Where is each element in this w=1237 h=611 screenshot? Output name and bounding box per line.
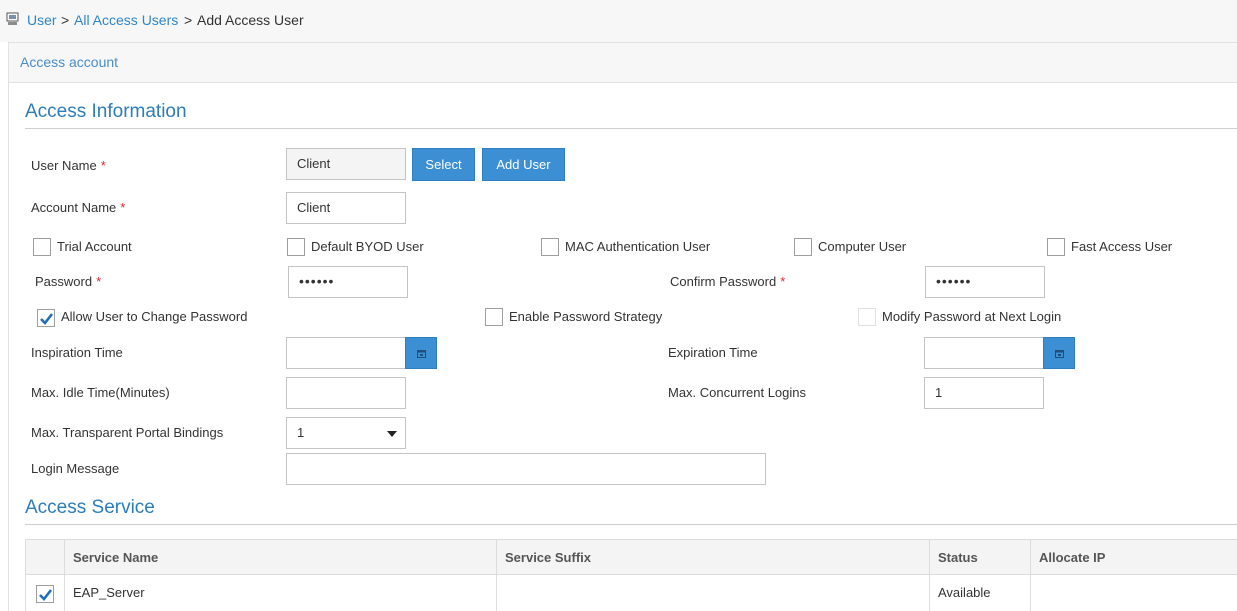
section-divider — [25, 128, 1237, 129]
calendar-icon — [1055, 350, 1064, 358]
access-service-title: Access Service — [25, 497, 155, 518]
panel-header: Access account — [9, 43, 1237, 83]
max-idle-time-label: Max. Idle Time(Minutes) — [31, 385, 170, 400]
service-name-value: EAP_Server — [73, 585, 145, 600]
max-portal-bindings-label: Max. Transparent Portal Bindings — [31, 425, 224, 440]
breadcrumb-separator: > — [61, 12, 70, 28]
inspiration-calendar-button[interactable] — [405, 337, 437, 369]
section-divider — [25, 524, 1237, 525]
expiration-calendar-button[interactable] — [1043, 337, 1075, 369]
table-header-select-cell — [25, 540, 64, 574]
computer-user-checkbox[interactable] — [794, 238, 812, 256]
fast-access-label: Fast Access User — [1071, 239, 1173, 254]
enable-password-strategy-label: Enable Password Strategy — [509, 309, 663, 324]
default-byod-checkbox[interactable] — [287, 238, 305, 256]
max-portal-bindings-value: 1 — [297, 425, 305, 440]
row-status-cell: Available — [929, 575, 1030, 611]
calendar-icon — [417, 350, 426, 358]
modify-password-next-login-label: Modify Password at Next Login — [882, 309, 1062, 324]
table-header-service-suffix[interactable]: Service Suffix — [496, 540, 929, 574]
row-allocate-ip-cell — [1030, 575, 1237, 611]
user-name-input[interactable]: Client — [286, 148, 406, 180]
breadcrumb-separator: > — [184, 12, 193, 28]
panel-title: Access account — [20, 54, 119, 70]
modify-password-next-login-checkbox[interactable] — [858, 308, 876, 326]
password-input[interactable]: •••••• — [288, 266, 408, 298]
table-header-status[interactable]: Status — [929, 540, 1030, 574]
default-byod-label: Default BYOD User — [311, 239, 424, 254]
breadcrumb-all-access-users-link[interactable]: All Access Users — [74, 12, 178, 28]
status-value: Available — [938, 585, 991, 600]
login-message-input[interactable] — [286, 453, 766, 485]
table-header-allocate-ip[interactable]: Allocate IP — [1030, 540, 1237, 574]
max-portal-bindings-select[interactable]: 1 — [286, 417, 406, 449]
account-name-input[interactable]: Client — [286, 192, 406, 224]
user-name-label: User Name * — [31, 158, 106, 173]
checkmark-icon — [40, 313, 54, 325]
login-message-label: Login Message — [31, 461, 120, 476]
account-name-label: Account Name * — [31, 200, 126, 215]
fast-access-checkbox[interactable] — [1047, 238, 1065, 256]
add-user-button[interactable]: Add User — [482, 148, 565, 181]
trial-account-checkbox[interactable] — [33, 238, 51, 256]
max-concurrent-logins-label: Max. Concurrent Logins — [668, 385, 807, 400]
row-service-name-cell: EAP_Server — [64, 575, 496, 611]
enable-password-strategy-checkbox[interactable] — [485, 308, 503, 326]
breadcrumb-current: Add Access User — [197, 12, 304, 28]
table-row[interactable]: EAP_Server Available — [25, 575, 1237, 611]
confirm-password-label: Confirm Password * — [670, 274, 786, 289]
expiration-time-label: Expiration Time — [668, 345, 758, 360]
inspiration-time-input[interactable] — [286, 337, 406, 369]
expiration-time-input[interactable] — [924, 337, 1044, 369]
trial-account-label: Trial Account — [57, 239, 132, 254]
confirm-password-input[interactable]: •••••• — [925, 266, 1045, 298]
select-user-button[interactable]: Select — [412, 148, 475, 181]
row-select-cell — [25, 575, 64, 611]
row-select-checkbox[interactable] — [36, 585, 54, 603]
allow-change-password-label: Allow User to Change Password — [61, 309, 248, 324]
breadcrumb-user-link[interactable]: User — [27, 12, 57, 28]
table-header-service-name[interactable]: Service Name — [64, 540, 496, 574]
max-idle-time-input[interactable] — [286, 377, 406, 409]
password-label: Password * — [35, 274, 102, 289]
checkmark-icon — [39, 589, 53, 601]
max-concurrent-logins-input[interactable]: 1 — [924, 377, 1044, 409]
allow-change-password-checkbox[interactable] — [37, 309, 55, 327]
table-header-row: Service Name Service Suffix Status Alloc… — [25, 539, 1237, 575]
computer-user-label: Computer User — [818, 239, 907, 254]
breadcrumb: User > All Access Users > Add Access Use… — [0, 0, 1237, 42]
caret-down-icon — [387, 431, 397, 437]
inspiration-time-label: Inspiration Time — [31, 345, 123, 360]
row-service-suffix-cell — [496, 575, 929, 611]
access-information-title: Access Information — [25, 101, 187, 122]
user-admin-icon — [6, 12, 20, 26]
mac-authentication-label: MAC Authentication User — [565, 239, 711, 254]
mac-authentication-checkbox[interactable] — [541, 238, 559, 256]
